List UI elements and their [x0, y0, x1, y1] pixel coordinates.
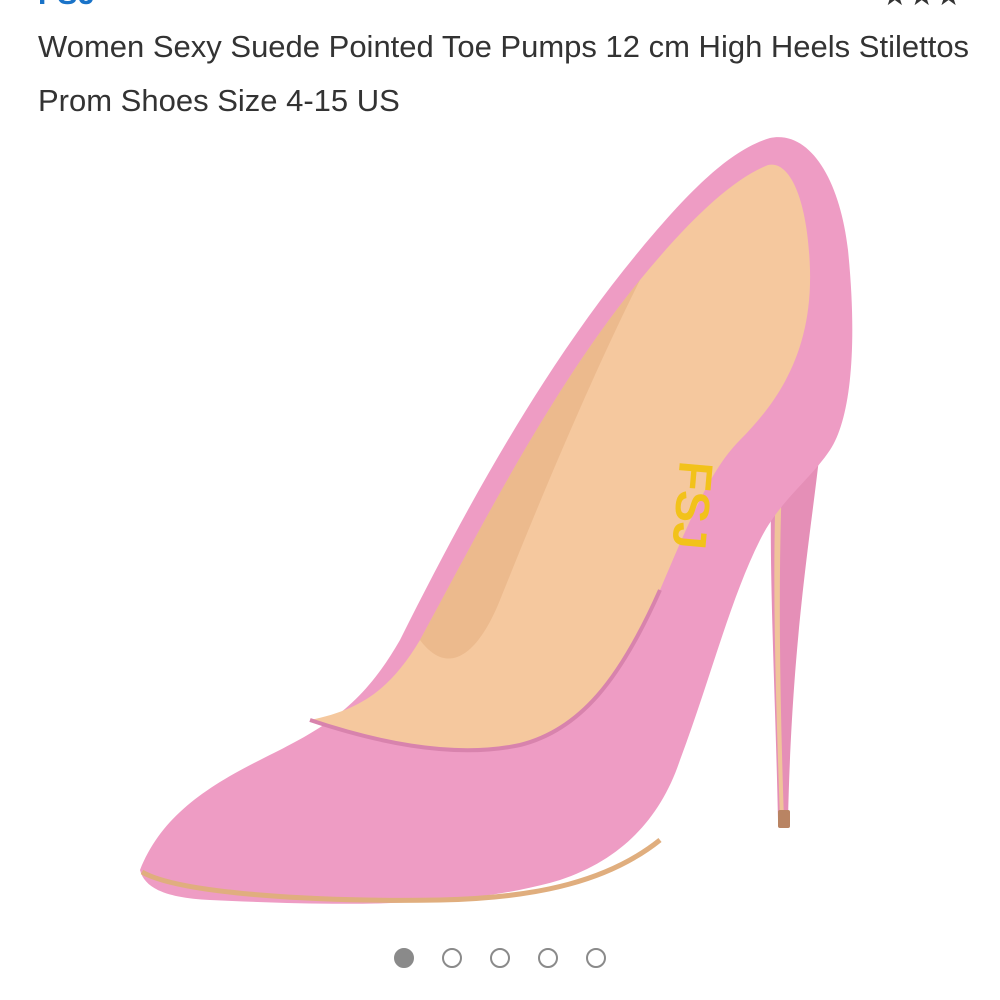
insole-logo: FSJ — [661, 459, 721, 551]
header-cutoff: FSJ ★★★ — [0, 0, 1000, 12]
pager-dot-5[interactable] — [586, 948, 606, 968]
heel-tip — [778, 810, 790, 828]
rating-cutoff: ★★★ — [881, 0, 962, 12]
product-page: FSJ ★★★ Women Sexy Suede Pointed Toe Pum… — [0, 0, 1000, 1000]
pager-dot-3[interactable] — [490, 948, 510, 968]
image-pager — [0, 944, 1000, 972]
pager-dot-1[interactable] — [394, 948, 414, 968]
product-title: Women Sexy Suede Pointed Toe Pumps 12 cm… — [38, 29, 970, 118]
product-image[interactable]: FSJ — [120, 120, 920, 920]
brand-name-cutoff[interactable]: FSJ — [38, 0, 96, 12]
pager-dot-4[interactable] — [538, 948, 558, 968]
pager-dot-2[interactable] — [442, 948, 462, 968]
